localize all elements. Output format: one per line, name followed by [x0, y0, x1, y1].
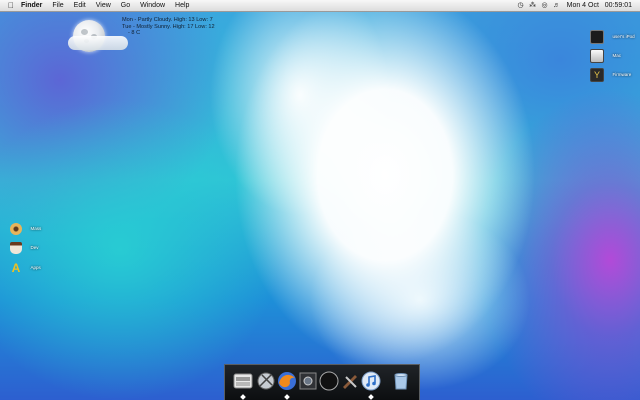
forecast-line-2: Tue - Mostly Sunny. High: 17 Low: 12 — [122, 23, 215, 30]
dock — [224, 364, 420, 400]
desktop-icon-mac[interactable]: Mac — [590, 47, 636, 65]
coffee-cup-icon — [10, 241, 22, 254]
menu-help[interactable]: Help — [170, 0, 194, 11]
weather-widget: Mon - Partly Cloudy. High: 13 Low: 7 Tue… — [68, 17, 228, 56]
menu-view[interactable]: View — [91, 0, 116, 11]
clock-date: Mon 4 Oct — [566, 2, 599, 9]
mail-icon — [257, 372, 275, 390]
hard-drive-icon — [590, 48, 604, 63]
desktop-icon-dev[interactable]: Dev — [10, 239, 50, 257]
firefox-icon — [278, 372, 296, 390]
current-temperature: - 8 C — [128, 30, 141, 37]
donut-icon — [10, 222, 22, 235]
running-indicator — [284, 394, 290, 400]
time-machine-icon[interactable]: ◷ — [516, 0, 526, 11]
menu-window[interactable]: Window — [135, 0, 170, 11]
running-indicator — [240, 394, 246, 400]
menu-extras: ◷ ⁂ ◎ ♬ Mon 4 Oct 00:59:01 — [515, 0, 636, 11]
camino-icon — [319, 371, 339, 391]
preview-icon — [299, 372, 317, 390]
menu-finder[interactable]: Finder — [16, 0, 47, 11]
menu-file[interactable]: File — [47, 0, 68, 11]
weather-forecast: Mon - Partly Cloudy. High: 13 Low: 7 Tue… — [122, 17, 232, 37]
volume-icon[interactable]: ♬ — [552, 0, 562, 11]
firmware-disk-icon: Y — [590, 67, 604, 82]
dock-item-finder[interactable] — [233, 371, 253, 391]
desktop-icon-label: Dev — [30, 245, 39, 251]
desktop-icon-label: Firmware — [612, 72, 632, 78]
dock-item-itunes[interactable] — [361, 371, 381, 391]
finder-icon — [233, 373, 253, 389]
desktop-icon-mass[interactable]: Mass — [10, 220, 50, 238]
ipod-icon — [590, 29, 604, 44]
menu-go[interactable]: Go — [116, 0, 135, 11]
applications-icon: A — [11, 260, 21, 275]
dock-item-camino[interactable] — [319, 371, 339, 391]
running-indicator — [368, 394, 374, 400]
menu-clock[interactable]: Mon 4 Oct 00:59:01 — [563, 0, 636, 11]
trash-icon — [394, 373, 408, 390]
bluetooth-icon[interactable]: ⁂ — [528, 0, 538, 11]
apple-menu-icon[interactable]:  — [6, 0, 16, 11]
cloud-icon — [68, 36, 128, 50]
desktop-icon-firmware[interactable]: Y Firmware — [590, 66, 636, 84]
dock-item-utilities[interactable] — [340, 371, 360, 391]
dock-item-preview[interactable] — [298, 371, 318, 391]
desktop-icon-label: Apps — [30, 265, 41, 271]
forecast-line-1: Mon - Partly Cloudy. High: 13 Low: 7 — [122, 17, 213, 23]
dock-item-trash[interactable] — [391, 371, 411, 391]
menu-bar:  Finder File Edit View Go Window Help ◷… — [0, 0, 640, 12]
dock-item-mail[interactable] — [256, 371, 276, 391]
utilities-icon — [343, 375, 357, 389]
wifi-icon[interactable]: ◎ — [540, 0, 550, 11]
desktop-icon-ipod[interactable]: user's iPod — [590, 28, 636, 46]
desktop-icon-label: user's iPod — [612, 34, 635, 40]
menu-edit[interactable]: Edit — [69, 0, 91, 11]
itunes-icon — [361, 371, 381, 391]
desktop-icon-apps[interactable]: A Apps — [10, 259, 50, 277]
desktop-icon-label: Mac — [612, 53, 621, 59]
dock-item-firefox[interactable] — [277, 371, 297, 391]
clock-time: 00:59:01 — [604, 2, 632, 9]
desktop-icon-label: Mass — [30, 226, 42, 232]
